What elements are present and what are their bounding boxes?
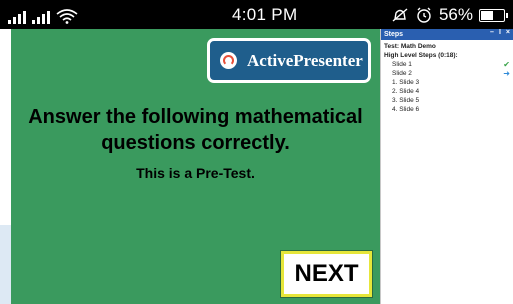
step-item[interactable]: 1. Slide 3 (384, 78, 510, 87)
wifi-icon (56, 9, 78, 24)
signal-strength-icon-2 (32, 10, 50, 24)
system-indicators: 56% (391, 5, 508, 25)
step-label: Slide 1 (392, 61, 412, 68)
pin-button[interactable]: I (499, 29, 501, 36)
activepresenter-logo-icon (220, 52, 237, 69)
test-name: Test: Math Demo (384, 43, 436, 50)
signal-indicators (8, 6, 78, 24)
close-button[interactable]: × (506, 29, 510, 36)
step-item[interactable]: Slide 2 ➜ (384, 69, 510, 78)
alarm-icon (417, 7, 431, 23)
steps-list: Test: Math Demo High Level Steps (0:18):… (381, 40, 513, 116)
slide-subtitle: This is a Pre-Test. (136, 165, 255, 181)
checkmark-icon: ✔ (503, 60, 510, 69)
battery-icon (479, 8, 508, 22)
logo-text: ActivePresenter (247, 50, 363, 70)
step-item[interactable]: 2. Slide 4 (384, 87, 510, 96)
step-item[interactable]: 4. Slide 6 (384, 105, 510, 114)
step-item[interactable]: Slide 1 ✔ (384, 60, 510, 69)
battery-percent: 56% (438, 5, 473, 24)
current-step-arrow-icon: ➜ (503, 69, 510, 78)
notifications-off-icon (392, 8, 408, 22)
status-bar: 4:01 PM 56% (0, 0, 513, 29)
step-label: 4. Slide 6 (392, 106, 420, 113)
high-level-steps-label: High Level Steps (0:18): (384, 52, 458, 59)
step-label: 3. Slide 5 (392, 97, 420, 104)
steps-panel: Steps – I × Test: Math Demo High Level S… (380, 29, 513, 304)
minimize-button[interactable]: – (490, 29, 494, 36)
gutter-highlight (0, 225, 11, 304)
activepresenter-logo: ActivePresenter (207, 38, 371, 83)
step-label: Slide 2 (392, 70, 412, 77)
headline-line-1: Answer the following mathematical (28, 106, 363, 128)
next-button[interactable]: NEXT (280, 250, 373, 298)
headline-line-2: questions correctly. (101, 132, 290, 154)
slide-headline: Answer the following mathematical questi… (11, 104, 380, 156)
steps-panel-title: Steps (384, 31, 404, 38)
left-gutter (0, 29, 11, 304)
step-label: 2. Slide 4 (392, 88, 420, 95)
step-item[interactable]: 3. Slide 5 (384, 96, 510, 105)
slide-canvas: ActivePresenter Answer the following mat… (11, 29, 380, 304)
steps-panel-header: Steps – I × (381, 29, 513, 40)
clock: 4:01 PM (232, 5, 298, 24)
signal-strength-icon (8, 10, 26, 24)
step-label: 1. Slide 3 (392, 79, 420, 86)
